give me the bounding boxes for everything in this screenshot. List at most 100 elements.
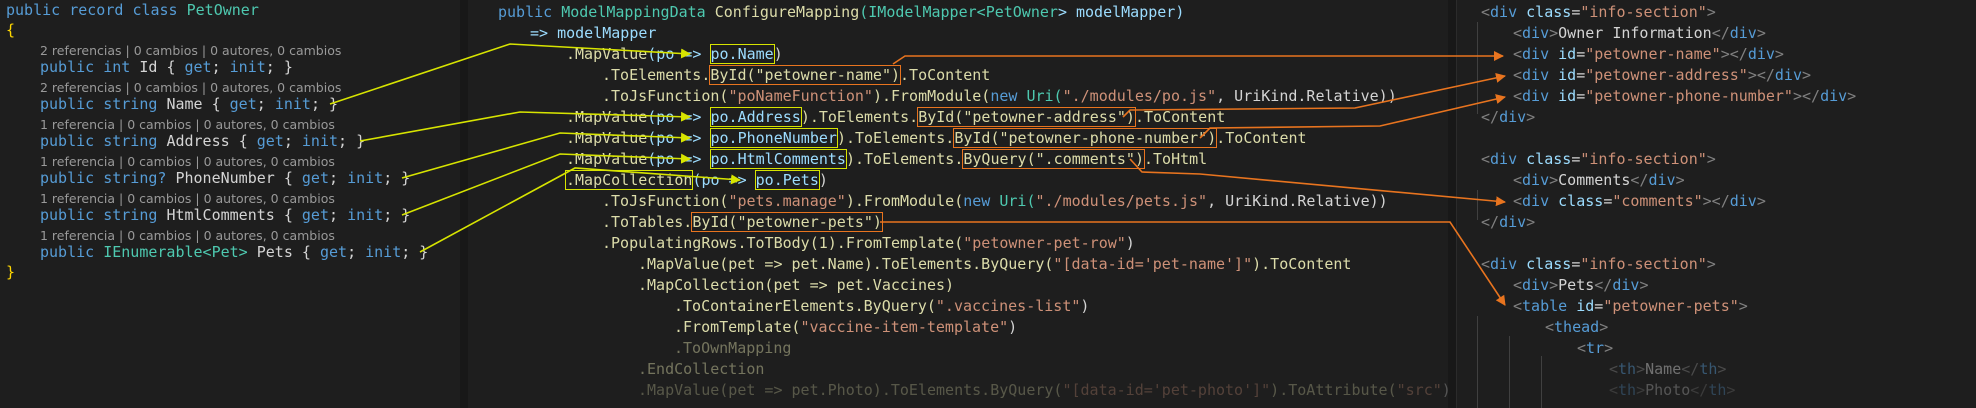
- mid-line-0: public ModelMappingData ConfigureMapping…: [498, 2, 1184, 23]
- html-line-petowner-address: <div id="petowner-address"></div>: [1513, 66, 1812, 84]
- highlight-byid-petowner-address: ById("petowner-address"): [917, 107, 1136, 127]
- init-kw: init: [347, 206, 384, 224]
- html-markup-panel: <div class="info-section"> <div>Owner In…: [1456, 0, 1976, 408]
- mid-line-8: .MapCollection(po => po.Pets): [564, 170, 828, 191]
- attr-value: "petowner-name": [1585, 45, 1721, 63]
- tag-name: thead: [1554, 318, 1600, 336]
- html-line-close-div: </div>: [1481, 108, 1536, 126]
- keyword: public: [6, 1, 61, 19]
- tag-name: div: [1490, 3, 1518, 21]
- type: string: [103, 95, 158, 113]
- indent-guide: [1477, 22, 1478, 114]
- method: ).ToContent: [1252, 255, 1352, 273]
- string: "[data-id='pet-name']": [1053, 255, 1253, 273]
- mid-line-13: .MapCollection(pet => pet.Vaccines): [638, 275, 954, 296]
- paren: ): [818, 171, 828, 189]
- tag-name: div: [1522, 87, 1550, 105]
- indent-guide: [1477, 190, 1478, 220]
- mid-line-12: .MapValue(pet => pet.Name).ToElements.By…: [638, 254, 1351, 275]
- mid-line-5: .MapValue(po => po.Address).ToElements.B…: [566, 107, 1225, 128]
- method: ).ToElements.: [836, 129, 955, 147]
- mid-line-18: .MapValue(pet => pet.Photo).ToElements.B…: [638, 380, 1451, 401]
- html-line-th-photo: <th>Photo</th>: [1609, 381, 1736, 399]
- paren: ): [1008, 318, 1018, 336]
- attr-value: "petowner-phone-number": [1585, 87, 1793, 105]
- method: .ToContainerElements.ByQuery(: [674, 297, 936, 315]
- tag-name: div: [1522, 66, 1550, 84]
- html-line-section-3: <div class="info-section">: [1481, 255, 1716, 273]
- tag-name: div: [1499, 213, 1527, 231]
- string: "pets.manage": [728, 192, 846, 210]
- method: .MapValue: [566, 108, 648, 126]
- type: Uri(: [1017, 87, 1063, 105]
- html-line-th-name: <th>Name</th>: [1609, 360, 1727, 378]
- mid-line-3: .ToElements.ById("petowner-name").ToCont…: [602, 65, 990, 86]
- open-brace: {: [6, 21, 16, 39]
- html-line-comments-div: <div class="comments"></div>: [1513, 192, 1766, 210]
- highlight-po-htmlcomments: po.HtmlComments: [709, 149, 847, 169]
- mid-line-17: .EndCollection: [638, 359, 764, 380]
- init-kw: init: [301, 132, 339, 150]
- tag-name: div: [1522, 24, 1550, 42]
- property-pets: public IEnumerable<Pet> Pets { get; init…: [40, 243, 429, 261]
- string: "vaccine-item-template": [800, 318, 1009, 336]
- string: ".vaccines-list": [935, 297, 1081, 315]
- mid-line-9: .ToJsFunction("pets.manage").FromModule(…: [602, 191, 1388, 212]
- highlight-mapcollection: .MapCollection: [564, 170, 694, 190]
- html-line-thead: <thead>: [1545, 318, 1609, 336]
- tag-name: div: [1522, 192, 1550, 210]
- method: ).FromModule(: [845, 192, 964, 210]
- tag-name: tr: [1586, 339, 1605, 357]
- method: .MapValue(pet => pet.Photo).ToElements.B…: [638, 381, 1063, 399]
- mid-line-14: .ToContainerElements.ByQuery(".vaccines-…: [674, 296, 1089, 317]
- keyword: public: [498, 3, 553, 21]
- string: "poNameFunction": [728, 87, 873, 105]
- lambda: (po =>: [647, 129, 711, 147]
- return-type: ModelMappingData: [561, 3, 706, 21]
- prop-name: PhoneNumber: [175, 169, 275, 187]
- tag-name: th: [1618, 360, 1637, 378]
- attr-name: class: [1526, 150, 1572, 168]
- method: .MapValue: [566, 150, 648, 168]
- type: IEnumerable<Pet>: [103, 243, 248, 261]
- panel-divider: [460, 0, 468, 408]
- get-kw: get: [229, 95, 257, 113]
- keyword: record: [69, 1, 124, 19]
- property-htmlcomments: public string HtmlComments { get; init; …: [40, 206, 411, 224]
- get-kw: get: [319, 243, 348, 261]
- prop-name: Address: [166, 132, 230, 150]
- string: "./modules/pets.js": [1035, 192, 1208, 210]
- html-line-petowner-pets-table: <table id="petowner-pets">: [1513, 297, 1748, 315]
- paren: ): [773, 45, 783, 63]
- tag-name: div: [1522, 171, 1550, 189]
- tag-name: th: [1708, 381, 1727, 399]
- method: .PopulatingRows.ToTBody(1).FromTemplate(: [602, 234, 964, 252]
- attr-name: id: [1558, 87, 1577, 105]
- lambda: (po =>: [647, 108, 711, 126]
- method: .ToContent: [900, 66, 991, 84]
- method: .FromTemplate(: [674, 318, 801, 336]
- mid-line-16: .ToOwnMapping: [674, 338, 791, 359]
- get-kw: get: [301, 206, 329, 224]
- modifier: public: [40, 206, 95, 224]
- html-line-section-2: <div class="info-section">: [1481, 150, 1716, 168]
- html-line-section-1: <div class="info-section">: [1481, 3, 1716, 21]
- type: string: [103, 132, 158, 150]
- indent-guide: [1477, 316, 1478, 408]
- mid-line-10: .ToTables.ById("petowner-pets"): [602, 212, 883, 233]
- modifier: public: [40, 243, 95, 261]
- attr-value: "petowner-address": [1585, 66, 1748, 84]
- tag-name: div: [1522, 45, 1550, 63]
- prop-name: Pets: [256, 243, 293, 261]
- attr-name: class: [1526, 255, 1572, 273]
- highlight-po-phone: po.PhoneNumber: [709, 128, 838, 148]
- attr-name: id: [1576, 297, 1595, 315]
- method: ).ToElements.: [800, 108, 919, 126]
- mid-line-4: .ToJsFunction("poNameFunction").FromModu…: [602, 86, 1397, 107]
- panel-divider: [1448, 0, 1456, 408]
- method: .MapValue: [566, 129, 648, 147]
- string: "petowner-pet-row": [963, 234, 1126, 252]
- mid-line-11: .PopulatingRows.ToTBody(1).FromTemplate(…: [602, 233, 1135, 254]
- attr-name: id: [1558, 66, 1577, 84]
- attr-value: "comments": [1612, 192, 1703, 210]
